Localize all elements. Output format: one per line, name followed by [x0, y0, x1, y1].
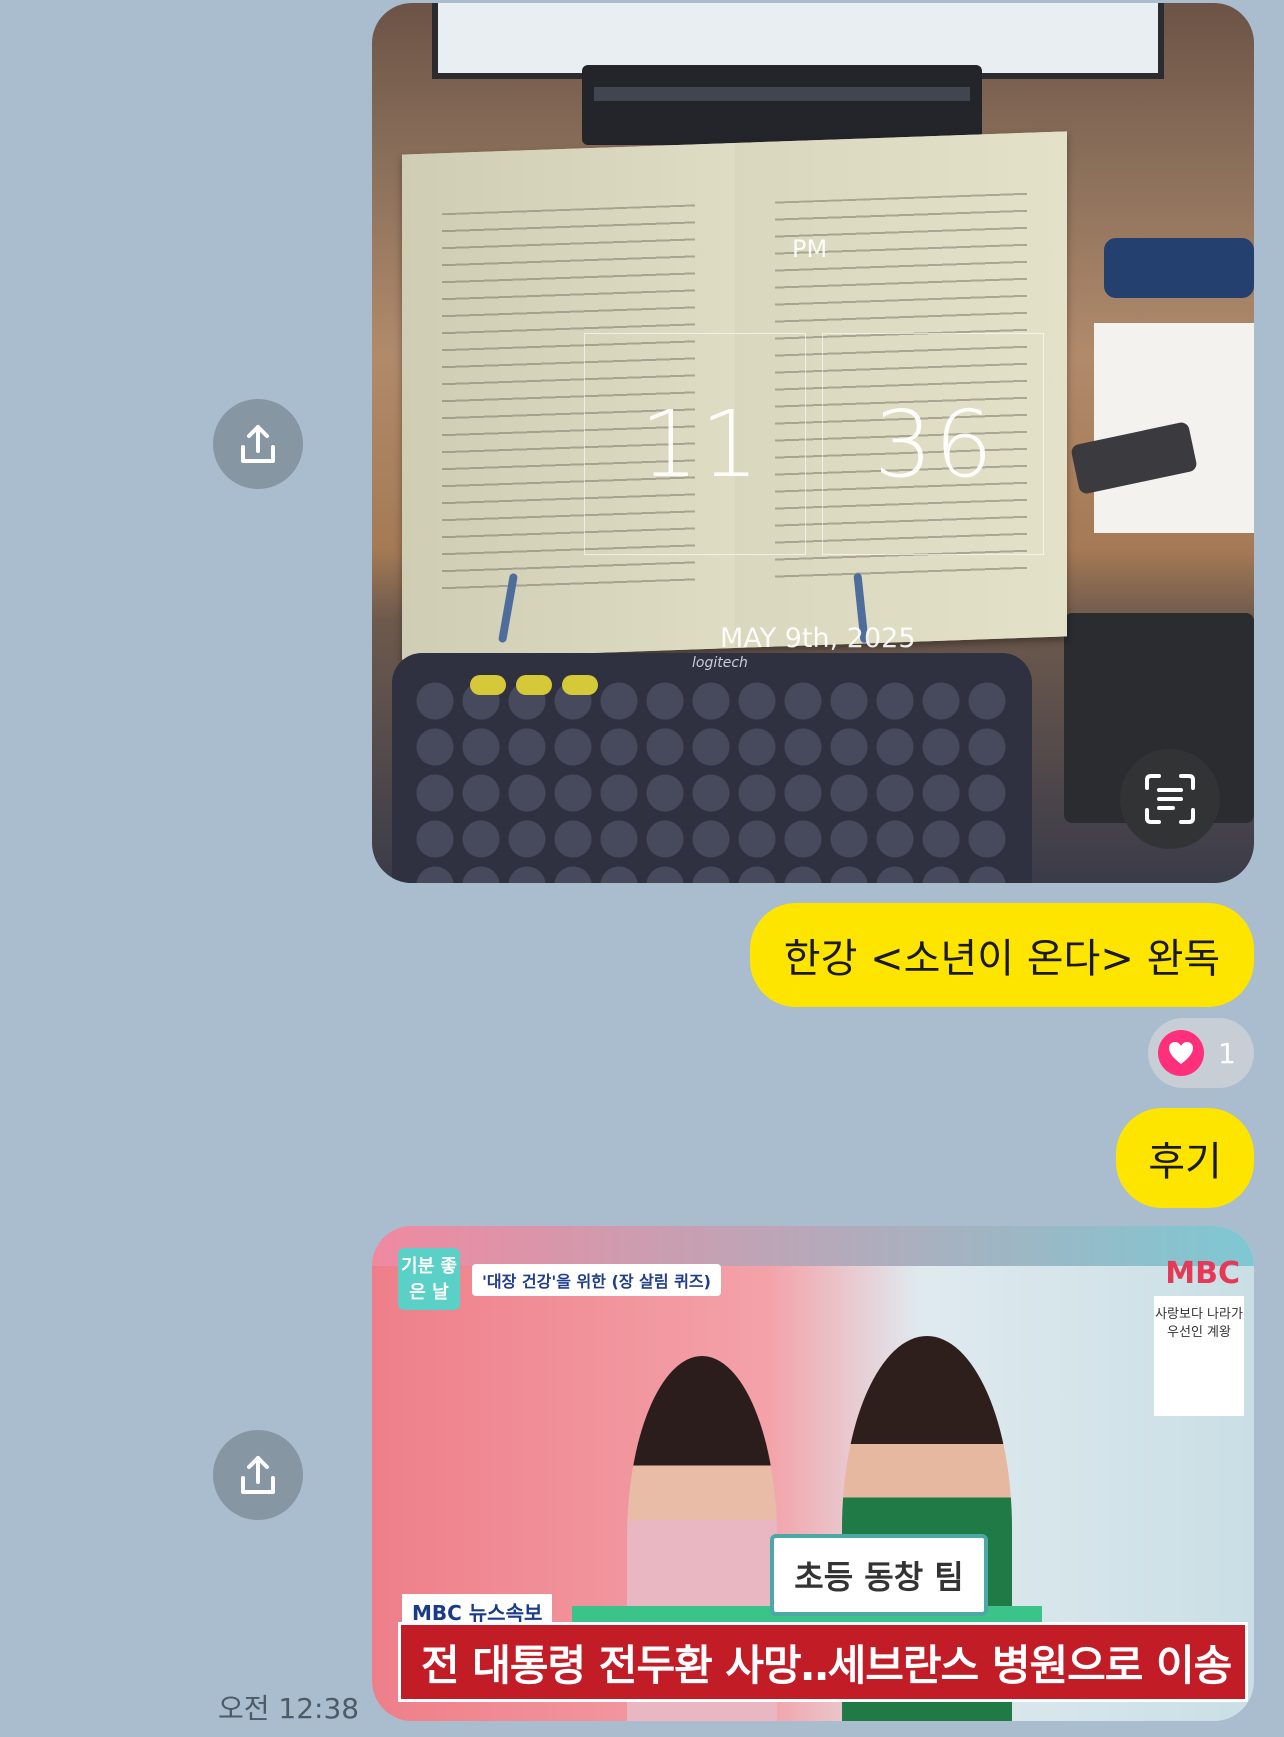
chat-bubble-text[interactable]: 후기	[1116, 1108, 1254, 1208]
clock-period: PM	[792, 235, 828, 263]
share-button[interactable]	[213, 1430, 303, 1520]
photo-message-book[interactable]: logitech PM 11 36 MAY 9th, 2025	[372, 3, 1254, 883]
share-button[interactable]	[213, 399, 303, 489]
channel-logo: MBC	[1165, 1256, 1240, 1291]
text-scan-icon	[1145, 774, 1195, 824]
chat-bubble-label: 후기	[1148, 1139, 1222, 1185]
clock-hour: 11	[640, 391, 762, 498]
clock-overlay: PM 11 36 MAY 9th, 2025	[372, 3, 1254, 883]
side-poster: 사랑보다 나라가 우선인 계왕	[1154, 1296, 1244, 1416]
program-logo: 기분 좋은 날	[398, 1248, 460, 1310]
heart-icon	[1158, 1030, 1204, 1076]
quiz-tag: '대장 건강'을 위한 (장 살림 퀴즈)	[472, 1264, 721, 1296]
photo-message-tv[interactable]: 기분 좋은 날 '대장 건강'을 위한 (장 살림 퀴즈) MBC 사랑보다 나…	[372, 1226, 1254, 1721]
chat-bubble-label: 한강 <소년이 온다> 완독	[783, 936, 1221, 982]
share-icon	[241, 425, 275, 463]
reaction-count: 1	[1218, 1036, 1236, 1070]
text-scan-button[interactable]	[1120, 749, 1220, 849]
studio-backdrop	[372, 1226, 1254, 1266]
team-board: 초등 동창 팀	[770, 1534, 988, 1616]
chat-bubble-text[interactable]: 한강 <소년이 온다> 완독	[750, 903, 1254, 1007]
news-ticker: 전 대통령 전두환 사망‥세브란스 병원으로 이송	[398, 1622, 1248, 1702]
clock-date: MAY 9th, 2025	[720, 623, 916, 654]
reaction-badge[interactable]: 1	[1148, 1018, 1254, 1088]
message-timestamp: 오전 12:38	[218, 1692, 360, 1725]
share-icon	[241, 1456, 275, 1494]
news-headline: 전 대통령 전두환 사망‥세브란스 병원으로 이송	[421, 1640, 1232, 1690]
clock-minute: 36	[874, 391, 996, 498]
